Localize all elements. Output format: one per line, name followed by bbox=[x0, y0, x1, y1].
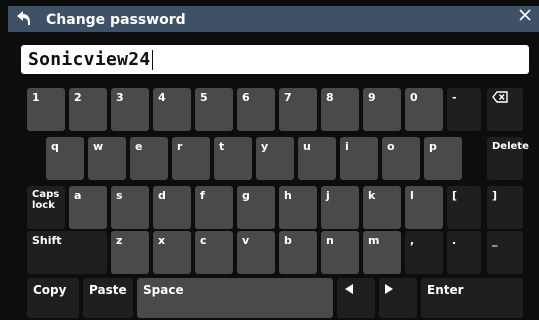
key-w[interactable]: w bbox=[88, 137, 126, 180]
key-n[interactable]: n bbox=[321, 231, 359, 274]
right-arrow-icon bbox=[385, 284, 393, 294]
shift-key[interactable]: Shift bbox=[27, 231, 107, 274]
key-m[interactable]: m bbox=[363, 231, 401, 274]
password-value: Sonicview24 bbox=[28, 49, 151, 70]
back-button[interactable] bbox=[8, 4, 38, 32]
key-y[interactable]: y bbox=[256, 137, 294, 180]
paste-button[interactable]: Paste bbox=[83, 278, 133, 318]
key-u[interactable]: u bbox=[298, 137, 336, 180]
caps-lock-label-line2: lock bbox=[32, 200, 55, 211]
key-z[interactable]: z bbox=[111, 231, 149, 274]
backspace-key[interactable] bbox=[487, 88, 523, 131]
close-button[interactable] bbox=[515, 5, 535, 25]
key-3[interactable]: 3 bbox=[111, 88, 149, 131]
cursor-left-key[interactable] bbox=[337, 278, 375, 318]
key-r[interactable]: r bbox=[172, 137, 210, 180]
key-e[interactable]: e bbox=[130, 137, 168, 180]
key-4[interactable]: 4 bbox=[153, 88, 191, 131]
caps-lock-label-line1: Caps bbox=[32, 189, 60, 200]
key-9[interactable]: 9 bbox=[363, 88, 401, 131]
enter-key[interactable]: Enter bbox=[421, 278, 523, 318]
key-s[interactable]: s bbox=[111, 186, 149, 229]
key-i[interactable]: i bbox=[340, 137, 378, 180]
key-o[interactable]: o bbox=[382, 137, 420, 180]
key-1[interactable]: 1 bbox=[27, 88, 65, 131]
space-key[interactable]: Space bbox=[137, 278, 333, 318]
text-caret bbox=[151, 49, 154, 70]
key-k[interactable]: k bbox=[363, 186, 401, 229]
key-x[interactable]: x bbox=[153, 231, 191, 274]
key-b[interactable]: b bbox=[279, 231, 317, 274]
dialog-title: Change password bbox=[46, 12, 186, 28]
key-comma[interactable]: , bbox=[405, 231, 443, 274]
key-underscore[interactable]: _ bbox=[487, 231, 523, 274]
key-6[interactable]: 6 bbox=[237, 88, 275, 131]
key-8[interactable]: 8 bbox=[321, 88, 359, 131]
change-password-dialog: Change password Sonicview24 1 2 3 4 5 6 … bbox=[0, 0, 539, 320]
backspace-icon bbox=[492, 91, 508, 103]
key-0[interactable]: 0 bbox=[405, 88, 443, 131]
key-minus[interactable]: - bbox=[447, 88, 481, 131]
key-c[interactable]: c bbox=[195, 231, 233, 274]
key-5[interactable]: 5 bbox=[195, 88, 233, 131]
key-2[interactable]: 2 bbox=[69, 88, 107, 131]
key-t[interactable]: t bbox=[214, 137, 252, 180]
key-a[interactable]: a bbox=[69, 186, 107, 229]
key-right-bracket[interactable]: ] bbox=[487, 186, 523, 229]
key-f[interactable]: f bbox=[195, 186, 233, 229]
key-j[interactable]: j bbox=[321, 186, 359, 229]
key-v[interactable]: v bbox=[237, 231, 275, 274]
key-7[interactable]: 7 bbox=[279, 88, 317, 131]
key-d[interactable]: d bbox=[153, 186, 191, 229]
caps-lock-key[interactable]: Caps lock bbox=[27, 186, 65, 229]
close-icon bbox=[519, 9, 531, 21]
key-period[interactable]: . bbox=[447, 231, 481, 274]
back-arrow-icon bbox=[17, 11, 30, 25]
copy-button[interactable]: Copy bbox=[27, 278, 79, 318]
key-l[interactable]: l bbox=[405, 186, 443, 229]
password-input[interactable]: Sonicview24 bbox=[21, 45, 529, 74]
left-arrow-icon bbox=[345, 284, 353, 294]
key-q[interactable]: q bbox=[46, 137, 84, 180]
key-g[interactable]: g bbox=[237, 186, 275, 229]
key-p[interactable]: p bbox=[424, 137, 462, 180]
delete-key[interactable]: Delete bbox=[487, 137, 529, 180]
key-h[interactable]: h bbox=[279, 186, 317, 229]
key-left-bracket[interactable]: [ bbox=[447, 186, 481, 229]
cursor-right-key[interactable] bbox=[379, 278, 417, 318]
